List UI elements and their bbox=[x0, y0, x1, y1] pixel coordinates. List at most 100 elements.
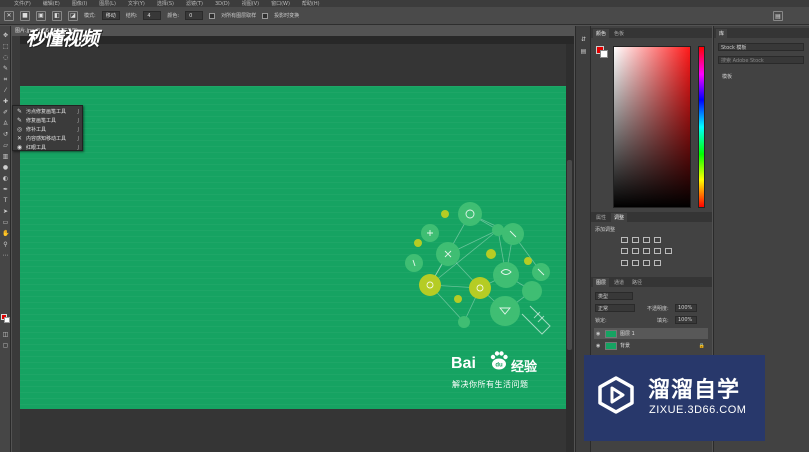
tool-preset-icon[interactable]: ✕ bbox=[4, 10, 14, 21]
pen-tool-icon[interactable]: ✒ bbox=[2, 186, 9, 193]
library-item[interactable]: 模板 bbox=[722, 73, 732, 80]
new-selection-icon[interactable]: ■ bbox=[20, 10, 30, 21]
flyout-item-patch[interactable]: ◎ 修补工具 J bbox=[13, 125, 82, 134]
eyedropper-tool-icon[interactable]: ⁄ bbox=[2, 87, 9, 94]
eraser-tool-icon[interactable]: ▱ bbox=[2, 142, 9, 149]
subtract-selection-icon[interactable]: ◧ bbox=[52, 10, 62, 21]
color-picker-field[interactable] bbox=[613, 46, 691, 208]
healing-tool-icon[interactable]: ✚ bbox=[2, 98, 9, 105]
menu-item-filter[interactable]: 滤镜(T) bbox=[186, 0, 203, 7]
menu-item-select[interactable]: 选择(S) bbox=[157, 0, 174, 7]
opacity-field[interactable]: 100% bbox=[675, 304, 697, 312]
menu-item-type[interactable]: 文字(Y) bbox=[128, 0, 145, 7]
tab-layers[interactable]: 图层 bbox=[593, 277, 610, 287]
menu-item-3d[interactable]: 3D(D) bbox=[215, 1, 230, 7]
tab-channels[interactable]: 通道 bbox=[611, 278, 627, 287]
mode-select[interactable]: 移动 bbox=[101, 11, 120, 20]
color-field[interactable]: 0 bbox=[185, 11, 204, 20]
blur-tool-icon[interactable]: ● bbox=[2, 164, 9, 171]
transform-label: 投影时变换 bbox=[274, 13, 300, 19]
tools-panel: ✥ ⬚ ◌ ✎ ⌗ ⁄ ✚ ✐ ♙ ↺ ▱ ▥ ● ◐ ✒ T ➤ ▭ ✋ ⚲ … bbox=[0, 26, 11, 452]
color-balance-icon[interactable] bbox=[643, 248, 650, 254]
flyout-item-spot-healing[interactable]: ✎ 污点修复画笔工具 J bbox=[13, 107, 82, 116]
background-color-swatch[interactable] bbox=[4, 317, 10, 323]
tab-libraries[interactable]: 库 bbox=[716, 28, 728, 38]
threshold-icon[interactable] bbox=[643, 260, 650, 266]
layers-panel-tabs: 图层 通道 路径 bbox=[591, 277, 712, 287]
brightness-icon[interactable] bbox=[621, 237, 628, 243]
vibrance-icon[interactable] bbox=[621, 248, 628, 254]
intersect-selection-icon[interactable]: ◪ bbox=[68, 10, 78, 21]
posterize-icon[interactable] bbox=[632, 260, 639, 266]
layer-row[interactable]: ◉ 图层 1 bbox=[594, 328, 708, 339]
hue-slider[interactable] bbox=[698, 46, 705, 208]
dodge-tool-icon[interactable]: ◐ bbox=[2, 175, 9, 182]
tab-color[interactable]: 颜色 bbox=[593, 28, 610, 38]
history-brush-tool-icon[interactable]: ↺ bbox=[2, 131, 9, 138]
menu-item-layer[interactable]: 图层(L) bbox=[99, 0, 116, 7]
gradient-map-icon[interactable] bbox=[654, 260, 661, 266]
hand-tool-icon[interactable]: ✋ bbox=[2, 230, 9, 237]
history-panel-icon[interactable]: ⇵ bbox=[580, 36, 587, 43]
visibility-eye-icon[interactable]: ◉ bbox=[596, 331, 602, 337]
flyout-item-content-aware-move[interactable]: ✕ 内容感知移动工具 J bbox=[13, 134, 82, 143]
more-tools-icon[interactable]: ⋯ bbox=[2, 252, 9, 259]
library-select[interactable]: Stock 模板 bbox=[718, 43, 804, 51]
flyout-item-red-eye[interactable]: ◉ 红眼工具 J bbox=[13, 143, 82, 152]
shape-tool-icon[interactable]: ▭ bbox=[2, 219, 9, 226]
transform-checkbox[interactable] bbox=[262, 12, 269, 19]
quick-select-tool-icon[interactable]: ✎ bbox=[2, 65, 9, 72]
healing-brush-icon: ✎ bbox=[16, 117, 23, 124]
menu-item-file[interactable]: 文件(F) bbox=[14, 0, 31, 7]
photo-filter-icon[interactable] bbox=[665, 248, 672, 254]
content-aware-move-icon: ✕ bbox=[16, 135, 23, 142]
zixue-watermark-overlay: 溜溜自学 ZIXUE.3D66.COM bbox=[584, 355, 765, 441]
layer-filter-select[interactable]: 类型 bbox=[595, 292, 633, 300]
opacity-label: 不透明度: bbox=[647, 306, 669, 312]
brush-tool-icon[interactable]: ✐ bbox=[2, 109, 9, 116]
color-panel-tabs: 颜色 色板 bbox=[591, 28, 712, 38]
menu-item-help[interactable]: 帮助(H) bbox=[302, 0, 320, 7]
menu-item-edit[interactable]: 编辑(E) bbox=[43, 0, 60, 7]
crop-tool-icon[interactable]: ⌗ bbox=[2, 76, 9, 83]
tab-swatches[interactable]: 色板 bbox=[611, 29, 627, 38]
menu-item-view[interactable]: 视图(V) bbox=[242, 0, 259, 7]
lasso-tool-icon[interactable]: ◌ bbox=[2, 54, 9, 61]
black-white-icon[interactable] bbox=[654, 248, 661, 254]
vertical-scrollbar-thumb[interactable] bbox=[567, 160, 572, 350]
quick-mask-icon[interactable]: ◫ bbox=[2, 331, 9, 338]
type-tool-icon[interactable]: T bbox=[2, 197, 9, 204]
workspace-icon[interactable]: ▤ bbox=[773, 11, 783, 21]
move-tool-icon[interactable]: ✥ bbox=[2, 32, 9, 39]
flyout-item-shortcut: J bbox=[77, 117, 79, 124]
gradient-tool-icon[interactable]: ▥ bbox=[2, 153, 9, 160]
screen-mode-icon[interactable]: ▢ bbox=[2, 342, 9, 349]
stamp-tool-icon[interactable]: ♙ bbox=[2, 120, 9, 127]
levels-icon[interactable] bbox=[632, 237, 639, 243]
menu-item-image[interactable]: 图像(I) bbox=[72, 0, 87, 7]
image-canvas[interactable]: Bai du 经验 解决你所有生活问题 bbox=[20, 86, 566, 409]
sample-all-checkbox[interactable] bbox=[209, 12, 216, 19]
zoom-tool-icon[interactable]: ⚲ bbox=[2, 241, 9, 248]
tab-properties[interactable]: 属性 bbox=[593, 213, 609, 222]
invert-icon[interactable] bbox=[621, 260, 628, 266]
hue-saturation-icon[interactable] bbox=[632, 248, 639, 254]
layer-row[interactable]: ◉ 背景 🔒 bbox=[594, 340, 708, 351]
flyout-item-healing-brush[interactable]: ✎ 修复画笔工具 J bbox=[13, 116, 82, 125]
curves-icon[interactable] bbox=[643, 237, 650, 243]
panel-background-swatch[interactable] bbox=[600, 50, 608, 58]
structure-field[interactable]: 4 bbox=[143, 11, 162, 20]
menu-bar: 文件(F) 编辑(E) 图像(I) 图层(L) 文字(Y) 选择(S) 滤镜(T… bbox=[0, 0, 809, 7]
fill-field[interactable]: 100% bbox=[675, 316, 697, 324]
visibility-eye-icon[interactable]: ◉ bbox=[596, 343, 602, 349]
library-search-input[interactable]: 搜索 Adobe Stock bbox=[718, 56, 804, 64]
properties-panel-icon[interactable]: ▤ bbox=[580, 48, 587, 55]
tab-adjustments[interactable]: 调整 bbox=[611, 212, 628, 222]
tab-paths[interactable]: 路径 bbox=[629, 278, 645, 287]
add-selection-icon[interactable]: ▣ bbox=[36, 10, 46, 21]
exposure-icon[interactable] bbox=[654, 237, 661, 243]
path-select-tool-icon[interactable]: ➤ bbox=[2, 208, 9, 215]
menu-item-window[interactable]: 窗口(W) bbox=[271, 0, 290, 7]
marquee-tool-icon[interactable]: ⬚ bbox=[2, 43, 9, 50]
blend-mode-select[interactable]: 正常 bbox=[595, 304, 635, 312]
